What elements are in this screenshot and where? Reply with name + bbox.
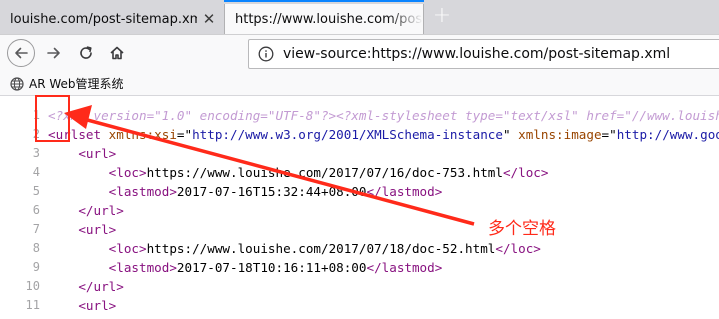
xml-tag: <loc> <box>108 165 147 180</box>
line-number: 7 <box>32 222 40 236</box>
line-number: 2 <box>32 127 40 141</box>
xml-tag: </loc> <box>502 165 549 180</box>
source-line: 2 <urlset xmlns:xsi="http://www.w3.org/20… <box>0 125 719 144</box>
line-code: <urlset xmlns:xsi="http://www.w3.org/200… <box>48 125 719 144</box>
source-line: 8 <loc>https://www.louishe.com/2017/07/1… <box>0 239 719 258</box>
line-code: </url> <box>48 201 124 220</box>
bookmark-label: AR Web管理系统 <box>29 77 124 91</box>
line-code: </url> <box>48 277 124 296</box>
source-line: 11 <url> <box>0 296 719 315</box>
line-number: 3 <box>32 146 40 160</box>
arrow-right-icon <box>47 47 60 59</box>
xml-text: https://www.louishe.com/2017/07/16/doc-7… <box>146 165 503 180</box>
arrow-left-icon <box>15 47 28 59</box>
line-number: 8 <box>32 241 40 255</box>
address-bar[interactable]: view-source:https://www.louishe.com/post… <box>248 39 719 69</box>
xml-tag: <loc> <box>108 241 147 256</box>
source-line: 3 <url> <box>0 144 719 163</box>
back-button[interactable] <box>7 39 35 67</box>
line-code: <loc>https://www.louishe.com/2017/07/18/… <box>48 239 541 258</box>
xml-tag: <url> <box>78 146 117 161</box>
xml-tag: <url> <box>78 298 117 313</box>
annotation-label: 多个空格 <box>488 219 556 239</box>
xml-text <box>101 127 109 142</box>
reload-icon <box>80 46 92 59</box>
xml-tag: </loc> <box>495 241 541 256</box>
xml-text: 2017-07-18T10:16:11+08:00 <box>176 260 367 275</box>
line-number: 12 <box>0 315 40 319</box>
xml-tag: </url> <box>78 203 124 218</box>
line-code: <loc>https://www.louishe.com/2017/07/16/… <box>48 163 549 182</box>
close-icon[interactable]: ✕ <box>197 10 221 28</box>
source-line: 7 <url> <box>0 220 719 239</box>
line-number: 4 <box>32 165 40 179</box>
reload-button[interactable] <box>72 39 100 67</box>
xml-attribute-value[interactable]: http://www.google.com/schemas/sitemap-im… <box>617 127 719 142</box>
tab-title: https://www.louishe.com/post-sitemap.xml <box>235 11 423 27</box>
xml-attribute: xmlns:image <box>518 127 602 142</box>
line-number: 5 <box>32 184 40 198</box>
line-code: <loc>https://www.louishe.com/2017/07/18/… <box>48 315 541 319</box>
xml-tag: </lastmod> <box>366 260 443 275</box>
line-number: 10 <box>25 279 40 293</box>
url-text: view-source:https://www.louishe.com/post… <box>283 46 671 62</box>
source-line: 6 </url> <box>0 201 719 220</box>
xml-text: =" <box>601 127 617 142</box>
source-line: 5 <lastmod>2017-07-16T15:32:44+08:00</la… <box>0 182 719 201</box>
tab-title: louishe.com/post-sitemap.xml <box>10 11 197 27</box>
source-line: 9 <lastmod>2017-07-18T10:16:11+08:00</la… <box>0 258 719 277</box>
line-code: <url> <box>48 144 116 163</box>
xml-declaration: <?xml version="1.0" encoding="UTF-8"?><?… <box>48 108 719 123</box>
xml-tag: </url> <box>78 279 124 294</box>
home-button[interactable] <box>103 39 131 67</box>
xml-attribute: xmlns:xsi <box>108 127 177 142</box>
xml-text: 2017-07-16T15:32:44+08:00 <box>176 184 367 199</box>
source-line: 12 <loc>https://www.louishe.com/2017/07/… <box>0 315 719 319</box>
forward-button[interactable] <box>40 39 68 67</box>
line-number: 11 <box>25 298 40 312</box>
xml-tag: <lastmod> <box>108 184 177 199</box>
xml-text: =" <box>176 127 193 142</box>
xml-text: " <box>502 127 519 142</box>
line-code: <url> <box>48 296 116 315</box>
line-code: <lastmod>2017-07-16T15:32:44+08:00</last… <box>48 182 443 201</box>
source-line: 4 <loc>https://www.louishe.com/2017/07/1… <box>0 163 719 182</box>
xml-tag: <urlset <box>48 127 102 142</box>
xml-text: https://www.louishe.com/2017/07/18/doc-5… <box>146 241 496 256</box>
line-number: 9 <box>32 260 40 274</box>
line-number: 1 <box>32 108 40 122</box>
line-code: <?xml version="1.0" encoding="UTF-8"?><?… <box>48 106 719 125</box>
tab-sitemap-xml[interactable]: louishe.com/post-sitemap.xml ✕ <box>0 4 221 34</box>
home-icon <box>110 46 124 60</box>
source-line: 10 </url> <box>0 277 719 296</box>
line-number: 6 <box>32 203 40 217</box>
view-source-content: 1 <?xml version="1.0" encoding="UTF-8"?><… <box>0 97 719 319</box>
info-icon[interactable] <box>257 45 275 63</box>
xml-attribute-value[interactable]: http://www.w3.org/2001/XMLSchema-instanc… <box>192 127 503 142</box>
xml-tag: </lastmod> <box>366 184 443 199</box>
line-code: <url> <box>48 220 116 239</box>
globe-icon <box>10 76 24 91</box>
source-line: 1 <?xml version="1.0" encoding="UTF-8"?><… <box>0 106 719 125</box>
line-code: <lastmod>2017-07-18T10:16:11+08:00</last… <box>48 258 443 277</box>
navigation-toolbar: view-source:https://www.louishe.com/post… <box>0 34 719 72</box>
bookmarks-toolbar: AR Web管理系统 <box>0 72 719 96</box>
xml-tag: <url> <box>78 222 117 237</box>
tab-strip: louishe.com/post-sitemap.xml ✕ https://w… <box>0 0 719 34</box>
bookmark-item[interactable]: AR Web管理系统 <box>10 75 124 92</box>
tab-view-source[interactable]: https://www.louishe.com/post-sitemap.xml <box>224 0 424 34</box>
xml-tag: <lastmod> <box>108 260 177 275</box>
new-tab-button[interactable]: + <box>428 4 456 32</box>
